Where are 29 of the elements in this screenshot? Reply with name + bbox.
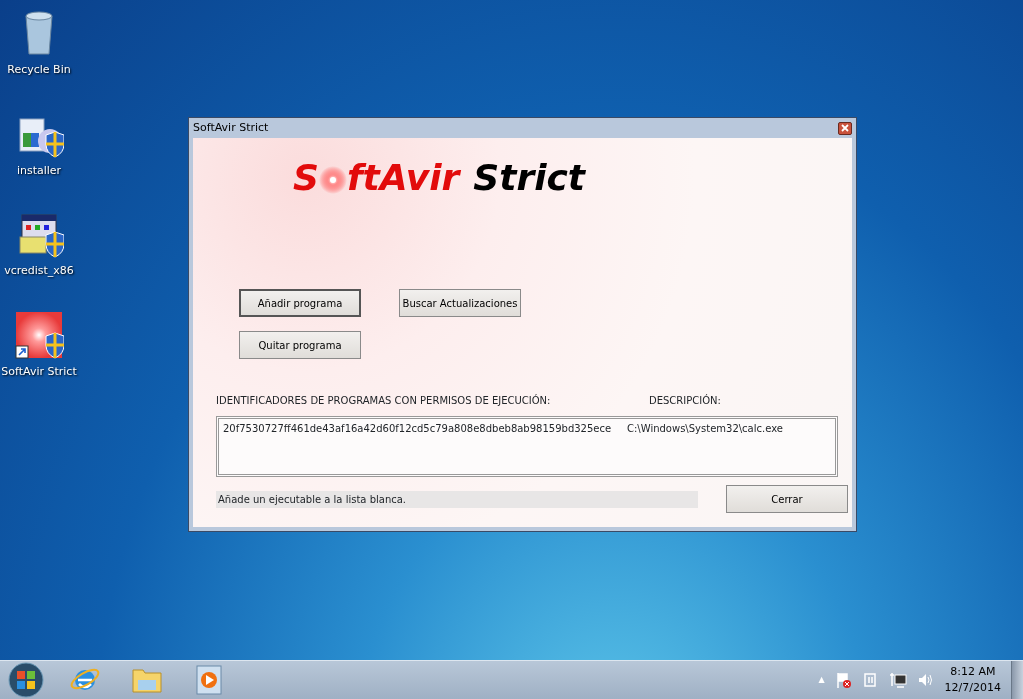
desktop-icon-label: vcredist_x86	[4, 263, 74, 279]
logo-text: S	[293, 160, 319, 196]
action-button[interactable]: Buscar Actualizaciones	[399, 289, 521, 317]
action-button[interactable]: Quitar programa	[239, 331, 361, 359]
close-icon[interactable]	[838, 121, 852, 135]
desktop-icon-label: Recycle Bin	[7, 62, 71, 78]
show-desktop-button[interactable]	[1011, 661, 1023, 699]
network-icon[interactable]	[888, 671, 907, 689]
desktop-icon[interactable]: installer	[0, 108, 78, 179]
column-header: DESCRIPCIÓN:	[649, 393, 721, 408]
flag-icon[interactable]	[834, 671, 853, 689]
window-title: SoftAvir Strict	[193, 119, 269, 136]
logo-text: Strict	[473, 160, 586, 196]
program-list[interactable]: 20f7530727ff461de43af16a42d60f12cd5c79a808e8dbeb8ab98159bd325ece C:\Windows\System32\calc.exe	[216, 416, 838, 477]
desktop-icon[interactable]: vcredist_x86	[0, 209, 78, 280]
power-plug-icon[interactable]	[862, 671, 879, 689]
action-button[interactable]: Añadir programa	[239, 289, 361, 317]
close-button[interactable]: Cerrar	[726, 485, 848, 513]
desktop-icon[interactable]: SoftAvir Strict	[0, 309, 78, 380]
status-text: Añade un ejecutable a la lista blanca.	[216, 491, 698, 508]
logo-text: ftAvir	[346, 160, 460, 196]
desktop-icon[interactable]: Recycle Bin	[0, 8, 78, 79]
clock[interactable]: 8:12 AM 12/7/2014	[944, 664, 1001, 696]
list-cell-text: 20f7530727ff461de43af16a42d60f12cd5c79a808e8dbeb8ab98159bd325ece	[223, 422, 613, 436]
desktop-icon-label: SoftAvir Strict	[1, 363, 77, 380]
column-header: IDENTIFICADORES DE PROGRAMAS CON PERMISOS DE EJECUCIÓN:	[216, 393, 552, 408]
flare-shortcut-icon	[14, 309, 64, 360]
desktop-icon-label: installer	[16, 162, 62, 179]
list-cell-text: C:\Windows\System32\calc.exe	[627, 422, 783, 436]
